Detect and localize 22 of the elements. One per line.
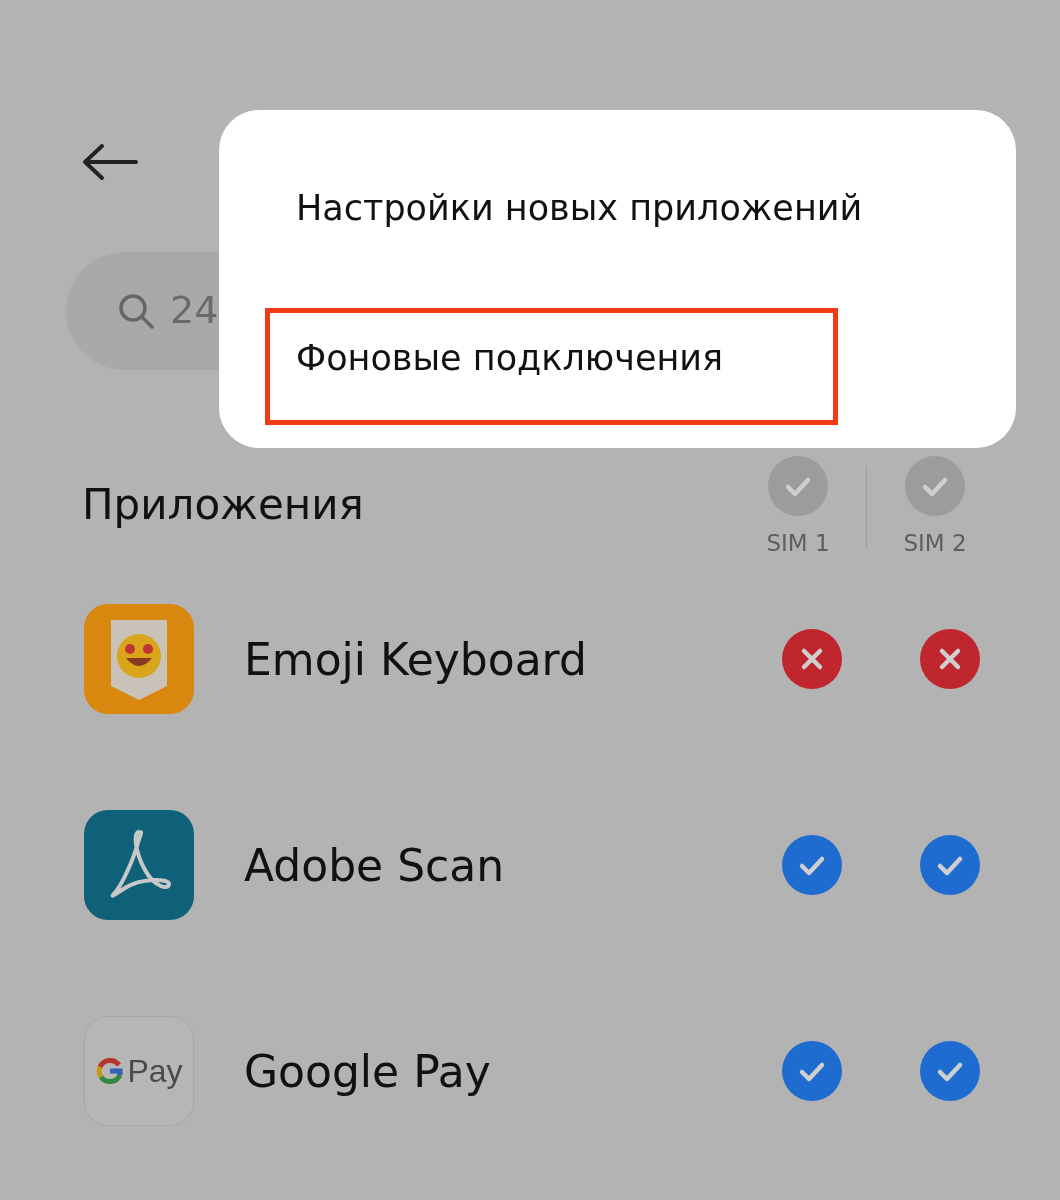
check-all-icon[interactable] xyxy=(768,456,828,516)
keyboard-app-icon xyxy=(84,604,194,714)
section-title: Приложения xyxy=(82,480,364,529)
app-name: Adobe Scan xyxy=(244,839,506,891)
app-name: Emoji Keyboard xyxy=(244,633,588,685)
sim-label: SIM 1 xyxy=(766,530,830,556)
scan-app-icon xyxy=(84,810,194,920)
check-icon[interactable] xyxy=(920,835,980,895)
app-name: Google Pay xyxy=(244,1045,492,1097)
back-icon[interactable] xyxy=(80,142,140,182)
menu-item[interactable]: Фоновые подключения xyxy=(265,308,838,425)
pay-app-icon: Pay xyxy=(84,1016,194,1126)
search-icon xyxy=(116,291,156,331)
check-icon[interactable] xyxy=(782,835,842,895)
sim-label: SIM 2 xyxy=(903,530,967,556)
check-icon[interactable] xyxy=(920,1041,980,1101)
menu-item[interactable]: Настройки новых приложений xyxy=(265,158,880,275)
check-all-icon[interactable] xyxy=(905,456,965,516)
cross-icon[interactable] xyxy=(920,629,980,689)
search-text: 24 xyxy=(170,288,219,334)
check-icon[interactable] xyxy=(782,1041,842,1101)
cross-icon[interactable] xyxy=(782,629,842,689)
